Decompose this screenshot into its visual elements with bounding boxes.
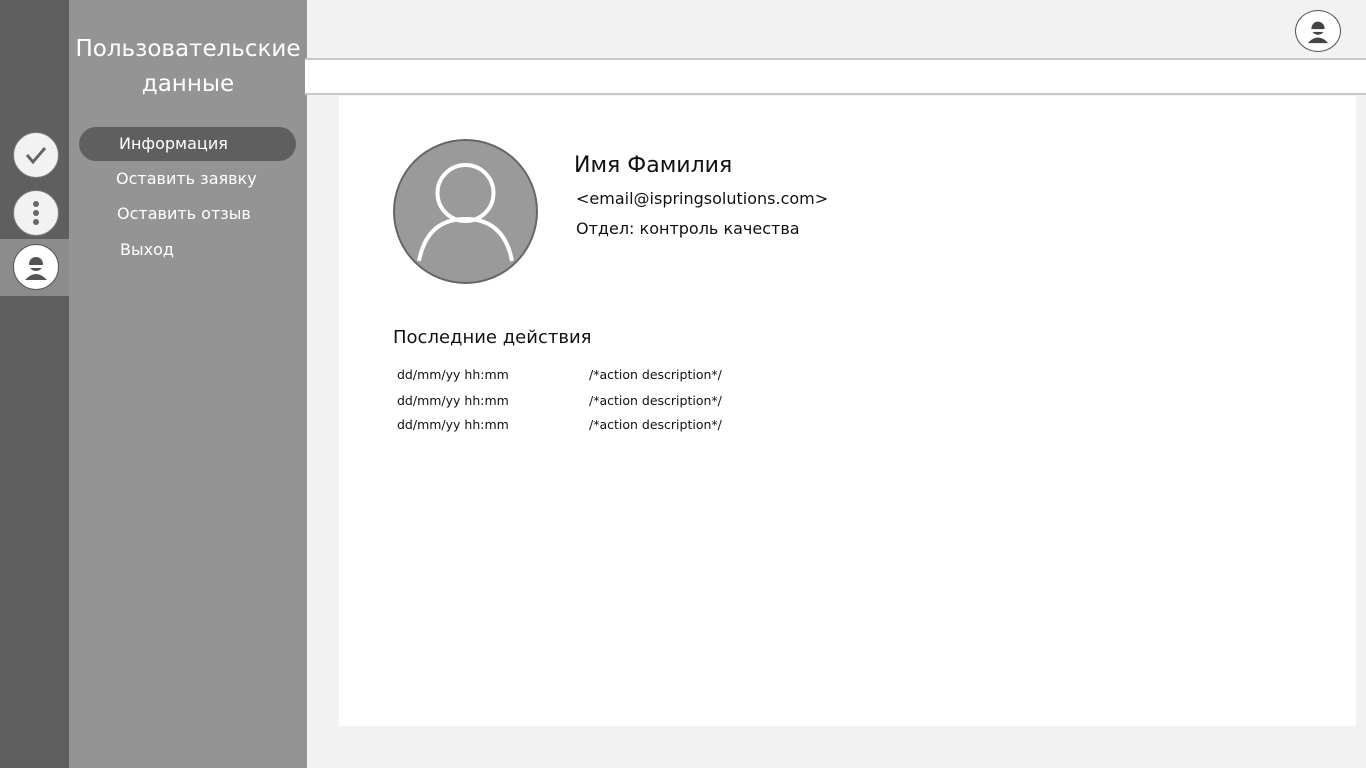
action-date: dd/mm/yy hh:mm [397,393,509,408]
action-description: /*action description*/ [589,393,722,408]
top-bar [307,0,1366,59]
sidebar-item-info[interactable]: Информация [79,127,296,161]
action-date: dd/mm/yy hh:mm [397,367,509,382]
sidebar: Пользовательские данные Информация Остав… [69,0,307,768]
person-icon [417,163,514,262]
user-name: Имя Фамилия [574,153,733,178]
recent-actions-title: Последние действия [393,327,592,348]
avatar [393,139,538,284]
more-vertical-icon[interactable] [13,190,59,236]
action-description: /*action description*/ [589,367,722,382]
user-icon[interactable] [1295,10,1341,52]
user-email: <email@ispringsolutions.com> [576,189,829,208]
action-description: /*action description*/ [589,417,722,432]
sidebar-title-line1: Пользовательские [75,36,301,62]
user-department: Отдел: контроль качества [576,219,800,238]
sidebar-item-request[interactable]: Оставить заявку [116,162,257,196]
sidebar-title-line2: данные [141,71,235,97]
profile-card: Имя Фамилия <email@ispringsolutions.com>… [339,96,1356,726]
sidebar-item-label: Оставить заявку [116,169,257,188]
list-item: dd/mm/yy hh:mm /*action description*/ [397,393,797,413]
list-item: dd/mm/yy hh:mm /*action description*/ [397,367,797,387]
user-icon[interactable] [13,244,59,290]
search-bar[interactable] [305,58,1366,95]
sidebar-item-label: Информация [119,134,228,153]
sidebar-item-feedback[interactable]: Оставить отзыв [117,197,251,231]
icon-rail [0,0,69,768]
sidebar-item-label: Оставить отзыв [117,204,251,223]
sidebar-item-logout[interactable]: Выход [120,233,174,267]
check-icon[interactable] [13,132,59,178]
sidebar-item-label: Выход [120,240,174,259]
sidebar-title: Пользовательские данные [69,32,307,102]
action-date: dd/mm/yy hh:mm [397,417,509,432]
list-item: dd/mm/yy hh:mm /*action description*/ [397,417,797,437]
